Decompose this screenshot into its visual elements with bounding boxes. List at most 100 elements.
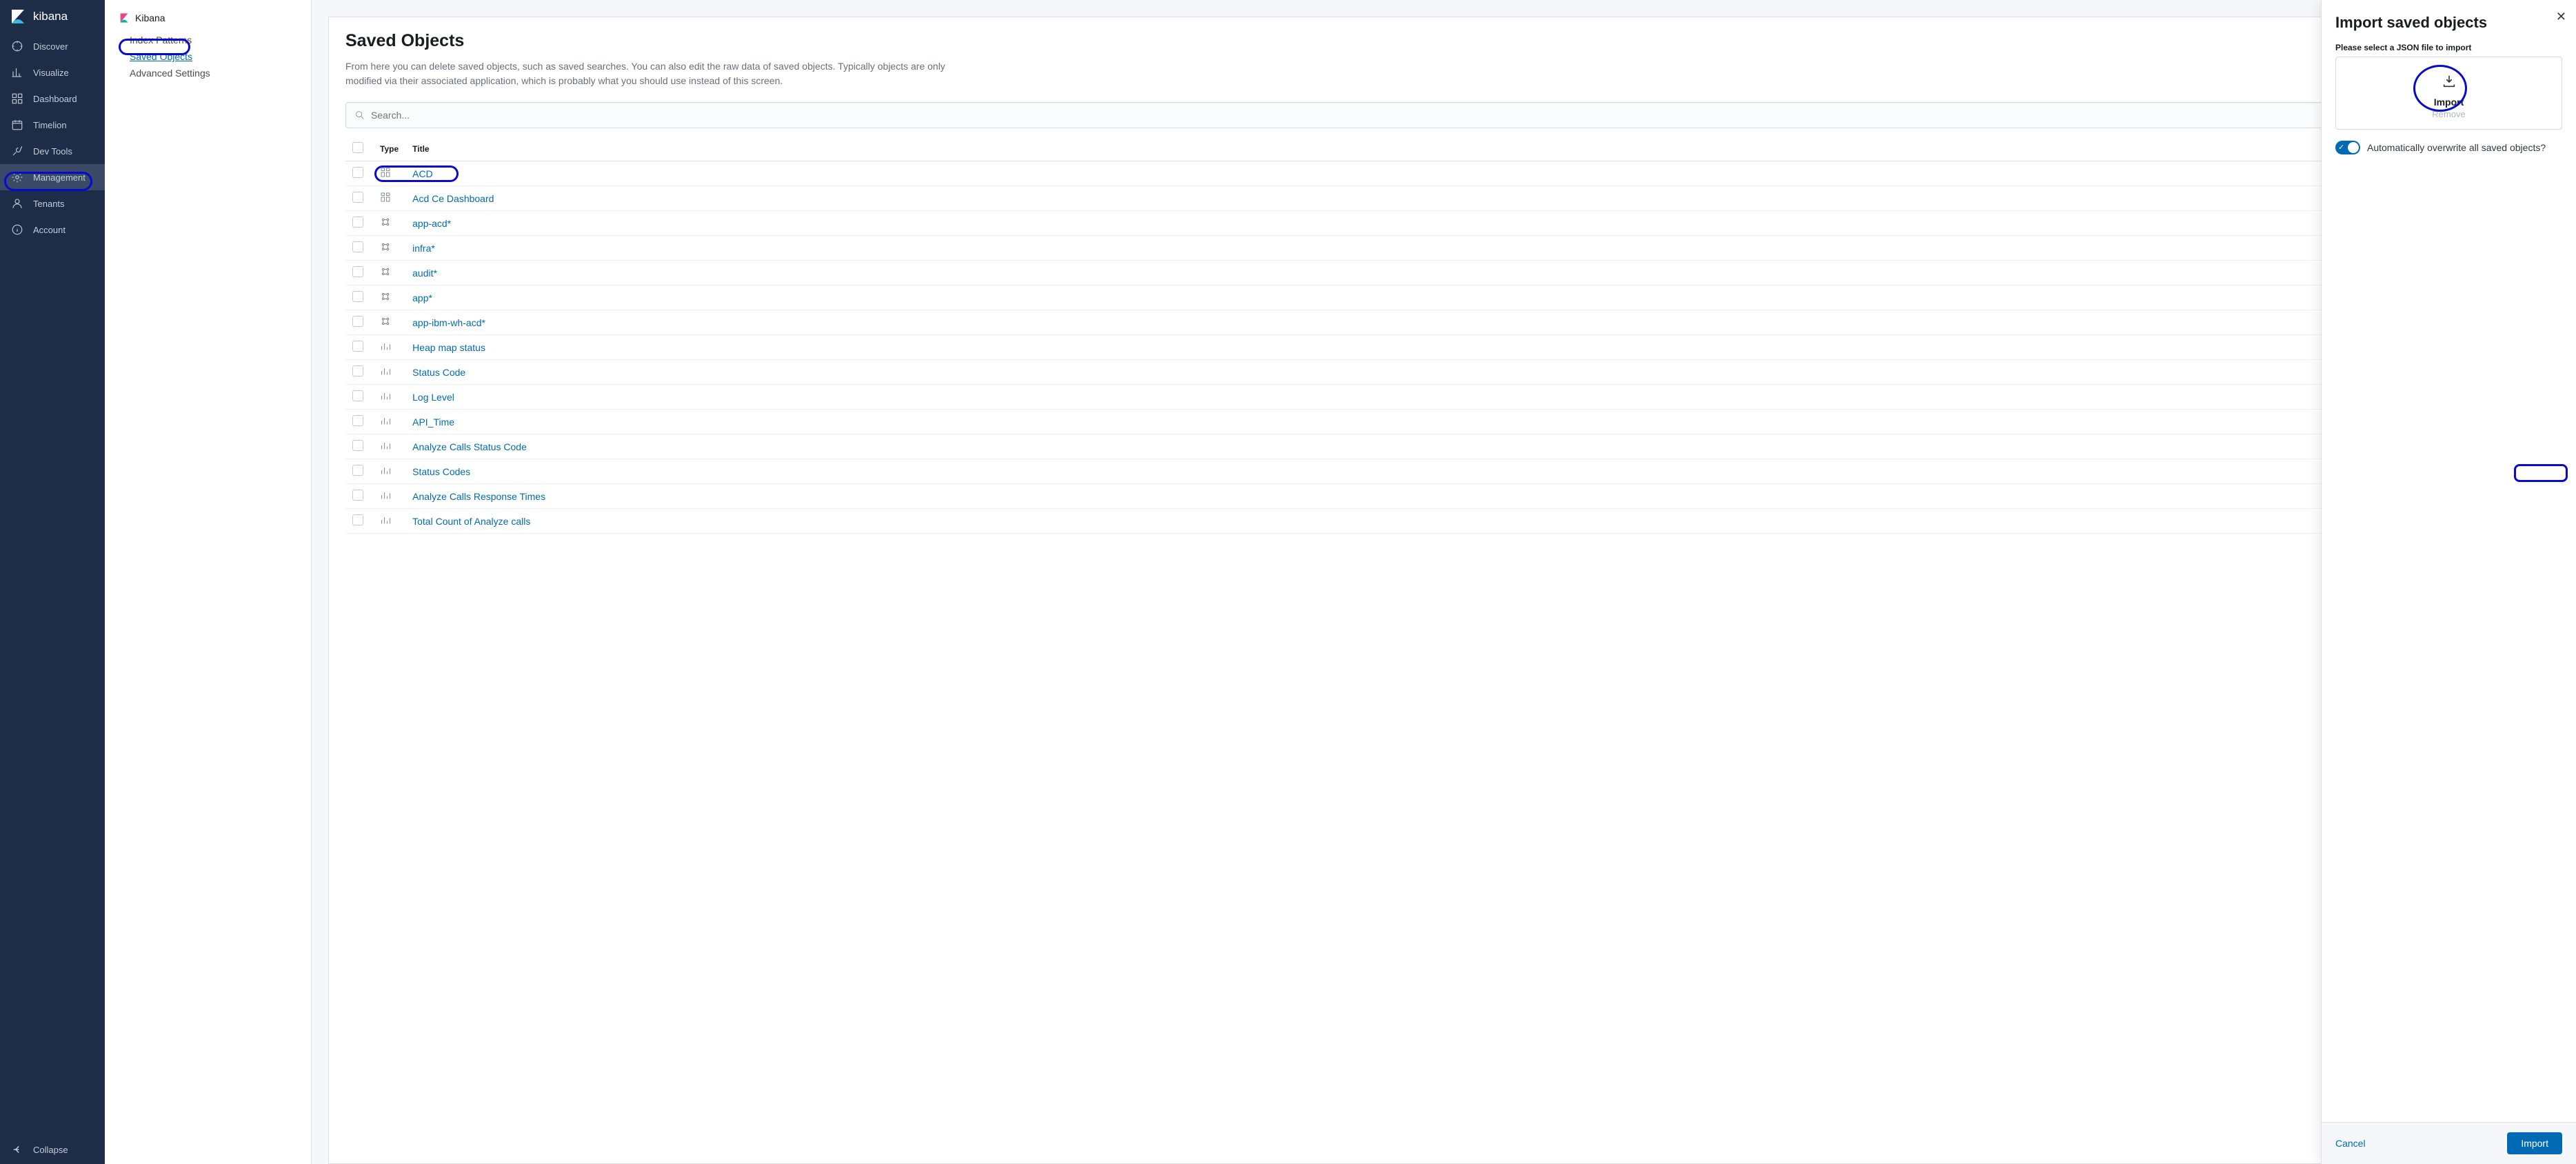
kibana-logo-icon [10,8,26,25]
object-title-link[interactable]: audit* [412,268,437,279]
table-row: audit* [345,261,2559,285]
table-row: app* [345,285,2559,310]
import-confirm-button[interactable]: Import [2507,1132,2562,1154]
import-flyout: ✕ Import saved objects Please select a J… [2321,0,2576,1164]
nav-label: Discover [33,41,68,52]
object-title-link[interactable]: API_Time [412,417,454,428]
visualization-icon [380,365,391,377]
select-all-checkbox[interactable] [352,142,363,153]
submenu-title: Kibana [135,12,165,23]
row-checkbox[interactable] [352,440,363,451]
nav-item-discover[interactable]: Discover [0,33,105,59]
submenu-item-saved-objects[interactable]: Saved Objects [130,48,297,65]
nav-item-dev-tools[interactable]: Dev Tools [0,138,105,164]
search-input[interactable] [371,110,2513,121]
row-checkbox[interactable] [352,341,363,352]
table-row: Status Code [345,360,2559,385]
close-icon[interactable]: ✕ [2556,10,2566,24]
object-title-link[interactable]: Heap map status [412,342,485,353]
column-type[interactable]: Type [373,137,405,161]
nav-item-account[interactable]: Account [0,217,105,243]
visualization-icon [380,514,391,525]
index-pattern-icon [380,241,391,252]
row-checkbox[interactable] [352,415,363,426]
object-title-link[interactable]: ACD [412,168,433,179]
index-pattern-icon [380,291,391,302]
visualization-icon [380,490,391,501]
page-title: Saved Objects [345,31,464,51]
nav-label: Dashboard [33,94,77,104]
row-checkbox[interactable] [352,316,363,327]
object-title-link[interactable]: app* [412,292,432,303]
dashboard-icon [11,92,23,105]
nav-label: Timelion [33,120,67,130]
object-title-link[interactable]: app-acd* [412,218,451,229]
table-row: Heap map status [345,335,2559,360]
overwrite-toggle[interactable]: ✓ [2335,141,2360,154]
object-title-link[interactable]: Status Codes [412,466,470,477]
row-checkbox[interactable] [352,514,363,525]
table-row: app-acd* [345,211,2559,236]
nav-item-timelion[interactable]: Timelion [0,112,105,138]
nav-label: Account [33,225,66,235]
table-row: API_Time [345,410,2559,434]
management-submenu: Kibana Index PatternsSaved ObjectsAdvanc… [105,0,312,1164]
visualization-icon [380,465,391,476]
row-checkbox[interactable] [352,167,363,178]
table-row: ACD [345,161,2559,186]
collapse-button[interactable]: Collapse [0,1135,105,1164]
nav-item-visualize[interactable]: Visualize [0,59,105,86]
sidebar: kibana Discover Visualize Dashboard Timelio… [0,0,105,1164]
row-checkbox[interactable] [352,217,363,228]
saved-objects-table: Type Title ACD Acd Ce Dashboard app-acd* in… [345,137,2559,534]
object-title-link[interactable]: Status Code [412,367,465,378]
row-checkbox[interactable] [352,291,363,302]
submenu-item-advanced-settings[interactable]: Advanced Settings [130,65,297,81]
import-file-button[interactable]: Import [2344,97,2553,108]
overwrite-label: Automatically overwrite all saved object… [2367,142,2546,153]
object-title-link[interactable]: Analyze Calls Response Times [412,491,545,502]
table-row: infra* [345,236,2559,261]
nav-item-tenants[interactable]: Tenants [0,190,105,217]
table-row: Total Count of Analyze calls [345,509,2559,534]
arrow-left-icon [11,1143,23,1156]
row-checkbox[interactable] [352,192,363,203]
object-title-link[interactable]: Total Count of Analyze calls [412,516,530,527]
main-content: Saved Objects Exp From here you can dele… [312,0,2576,1164]
object-title-link[interactable]: Log Level [412,392,454,403]
logo[interactable]: kibana [0,0,105,33]
index-pattern-icon [380,316,391,327]
row-checkbox[interactable] [352,365,363,377]
object-title-link[interactable]: app-ibm-wh-acd* [412,317,485,328]
column-title[interactable]: Title [405,137,2559,161]
file-dropzone[interactable]: Import Remove [2335,57,2562,130]
object-title-link[interactable]: Acd Ce Dashboard [412,193,494,204]
page-description: From here you can delete saved objects, … [345,59,966,88]
import-icon [2344,74,2553,92]
search-box[interactable] [345,102,2522,128]
row-checkbox[interactable] [352,266,363,277]
nav-label: Visualize [33,68,69,78]
remove-file-button[interactable]: Remove [2344,109,2553,119]
visualization-icon [380,341,391,352]
cancel-button[interactable]: Cancel [2335,1138,2366,1149]
search-icon [354,110,365,121]
row-checkbox[interactable] [352,241,363,252]
nav-item-dashboard[interactable]: Dashboard [0,86,105,112]
calendar-icon [11,119,23,131]
table-row: Log Level [345,385,2559,410]
row-checkbox[interactable] [352,490,363,501]
dashboard-icon [380,192,391,203]
nav-label: Dev Tools [33,146,72,157]
row-checkbox[interactable] [352,390,363,401]
object-title-link[interactable]: infra* [412,243,435,254]
object-title-link[interactable]: Analyze Calls Status Code [412,441,527,452]
chart-icon [11,66,23,79]
info-icon [11,223,23,236]
table-row: app-ibm-wh-acd* [345,310,2559,335]
visualization-icon [380,390,391,401]
submenu-item-index-patterns[interactable]: Index Patterns [130,32,297,48]
compass-icon [11,40,23,52]
nav-item-management[interactable]: Management [0,164,105,190]
row-checkbox[interactable] [352,465,363,476]
